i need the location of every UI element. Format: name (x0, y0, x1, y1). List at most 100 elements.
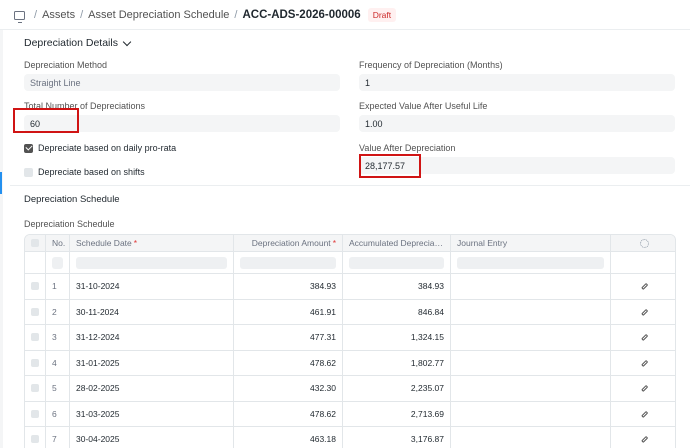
row-depreciation-amount[interactable]: 477.31 (234, 325, 343, 350)
pencil-icon[interactable] (640, 384, 648, 392)
filter-amount-input[interactable] (240, 256, 336, 269)
row-depreciation-amount[interactable]: 463.18 (234, 427, 343, 448)
row-checkbox[interactable] (31, 409, 39, 418)
row-schedule-date[interactable]: 31-03-2025 (70, 401, 234, 426)
row-edit[interactable] (611, 427, 675, 448)
table-row[interactable]: 6 31-03-2025 478.62 2,713.69 (25, 401, 675, 427)
table-row[interactable]: 1 31-10-2024 384.93 384.93 (25, 274, 675, 300)
row-no: 1 (46, 274, 70, 299)
header-amount-text: Depreciation Amount (251, 238, 331, 248)
row-journal-entry[interactable] (451, 427, 611, 448)
filter-no-input[interactable] (52, 256, 63, 269)
frequency-field[interactable]: 1 (359, 74, 675, 91)
row-journal-entry[interactable] (451, 274, 611, 299)
pencil-icon[interactable] (640, 435, 648, 443)
filter-journal-input[interactable] (457, 256, 604, 269)
header-date-text: Schedule Date (76, 238, 132, 248)
row-journal-entry[interactable] (451, 376, 611, 401)
row-accumulated-amount[interactable]: 1,802.77 (343, 350, 451, 375)
row-depreciation-amount[interactable]: 461.91 (234, 299, 343, 324)
table-row[interactable]: 2 30-11-2024 461.91 846.84 (25, 299, 675, 325)
pencil-icon[interactable] (640, 308, 648, 316)
row-edit[interactable] (611, 376, 675, 401)
row-accumulated-amount[interactable]: 1,324.15 (343, 325, 451, 350)
page-title: ACC-ADS-2026-00006 (242, 9, 361, 21)
column-settings[interactable] (611, 235, 675, 251)
row-edit[interactable] (611, 402, 675, 427)
depreciation-details-toggle[interactable]: Depreciation Details (24, 37, 132, 49)
row-accumulated-amount[interactable]: 384.93 (343, 274, 451, 299)
breadcrumb-asset-depreciation-schedule[interactable]: Asset Depreciation Schedule (88, 9, 229, 21)
select-all-checkbox[interactable] (31, 239, 39, 247)
checkbox-unchecked[interactable] (24, 167, 33, 177)
filter-accumulated-input[interactable] (349, 256, 444, 269)
table-row[interactable]: 5 28-02-2025 432.30 2,235.07 (25, 376, 675, 402)
pencil-icon[interactable] (640, 333, 648, 341)
row-checkbox[interactable] (31, 333, 39, 342)
filter-amount[interactable] (234, 252, 343, 273)
row-accumulated-amount[interactable]: 2,713.69 (343, 401, 451, 426)
row-select-cell[interactable] (25, 401, 46, 426)
checkbox-checked[interactable] (24, 143, 33, 153)
header-accumulated-text: Accumulated Depreciation Amount (349, 238, 444, 248)
row-select-cell[interactable] (25, 299, 46, 324)
row-journal-entry[interactable] (451, 325, 611, 350)
row-checkbox[interactable] (31, 435, 39, 444)
row-depreciation-amount[interactable]: 384.93 (234, 274, 343, 299)
row-journal-entry[interactable] (451, 350, 611, 375)
row-journal-entry[interactable] (451, 299, 611, 324)
row-select-cell[interactable] (25, 427, 46, 448)
row-edit[interactable] (611, 351, 675, 376)
row-no: 3 (46, 325, 70, 350)
row-schedule-date[interactable]: 31-12-2024 (70, 325, 234, 350)
row-edit[interactable] (611, 274, 675, 299)
shifts-checkbox[interactable]: Depreciate based on shifts (24, 167, 145, 177)
shifts-label: Depreciate based on shifts (38, 167, 145, 177)
row-select-cell[interactable] (25, 350, 46, 375)
row-accumulated-amount[interactable]: 846.84 (343, 299, 451, 324)
table-row[interactable]: 4 31-01-2025 478.62 1,802.77 (25, 350, 675, 376)
daily-prorata-checkbox[interactable]: Depreciate based on daily pro-rata (24, 143, 176, 153)
row-depreciation-amount[interactable]: 478.62 (234, 350, 343, 375)
row-checkbox[interactable] (31, 307, 39, 316)
expected-value-field[interactable]: 1.00 (359, 115, 675, 132)
row-edit[interactable] (611, 325, 675, 350)
row-schedule-date[interactable]: 30-11-2024 (70, 299, 234, 324)
filter-accumulated[interactable] (343, 252, 451, 273)
breadcrumb-assets[interactable]: Assets (42, 9, 75, 21)
depreciation-method-label: Depreciation Method (24, 60, 108, 70)
table-row[interactable]: 3 31-12-2024 477.31 1,324.15 (25, 325, 675, 351)
row-select-cell[interactable] (25, 325, 46, 350)
row-no: 4 (46, 350, 70, 375)
monitor-icon[interactable] (14, 10, 25, 23)
row-edit[interactable] (611, 300, 675, 325)
row-depreciation-amount[interactable]: 478.62 (234, 401, 343, 426)
row-depreciation-amount[interactable]: 432.30 (234, 376, 343, 401)
depreciation-method-field[interactable]: Straight Line (24, 74, 340, 91)
table-row[interactable]: 7 30-04-2025 463.18 3,176.87 (25, 427, 675, 448)
row-schedule-date[interactable]: 31-01-2025 (70, 350, 234, 375)
row-schedule-date[interactable]: 30-04-2025 (70, 427, 234, 448)
highlight-box-total (13, 108, 79, 133)
row-select-cell[interactable] (25, 376, 46, 401)
breadcrumb-separator: / (234, 9, 238, 21)
row-accumulated-amount[interactable]: 2,235.07 (343, 376, 451, 401)
row-schedule-date[interactable]: 28-02-2025 (70, 376, 234, 401)
select-all-cell[interactable] (25, 235, 46, 251)
row-checkbox[interactable] (31, 358, 39, 367)
section-title: Depreciation Details (24, 37, 118, 49)
pencil-icon[interactable] (640, 410, 648, 418)
filter-no[interactable] (46, 252, 70, 273)
row-checkbox[interactable] (31, 384, 39, 393)
gear-icon[interactable] (639, 238, 649, 248)
row-journal-entry[interactable] (451, 401, 611, 426)
row-checkbox[interactable] (31, 282, 39, 291)
row-schedule-date[interactable]: 31-10-2024 (70, 274, 234, 299)
pencil-icon[interactable] (640, 359, 648, 367)
row-accumulated-amount[interactable]: 3,176.87 (343, 427, 451, 448)
row-select-cell[interactable] (25, 274, 46, 299)
pencil-icon[interactable] (640, 282, 648, 290)
filter-date-input[interactable] (76, 256, 227, 269)
filter-date[interactable] (70, 252, 234, 273)
filter-journal[interactable] (451, 252, 611, 273)
